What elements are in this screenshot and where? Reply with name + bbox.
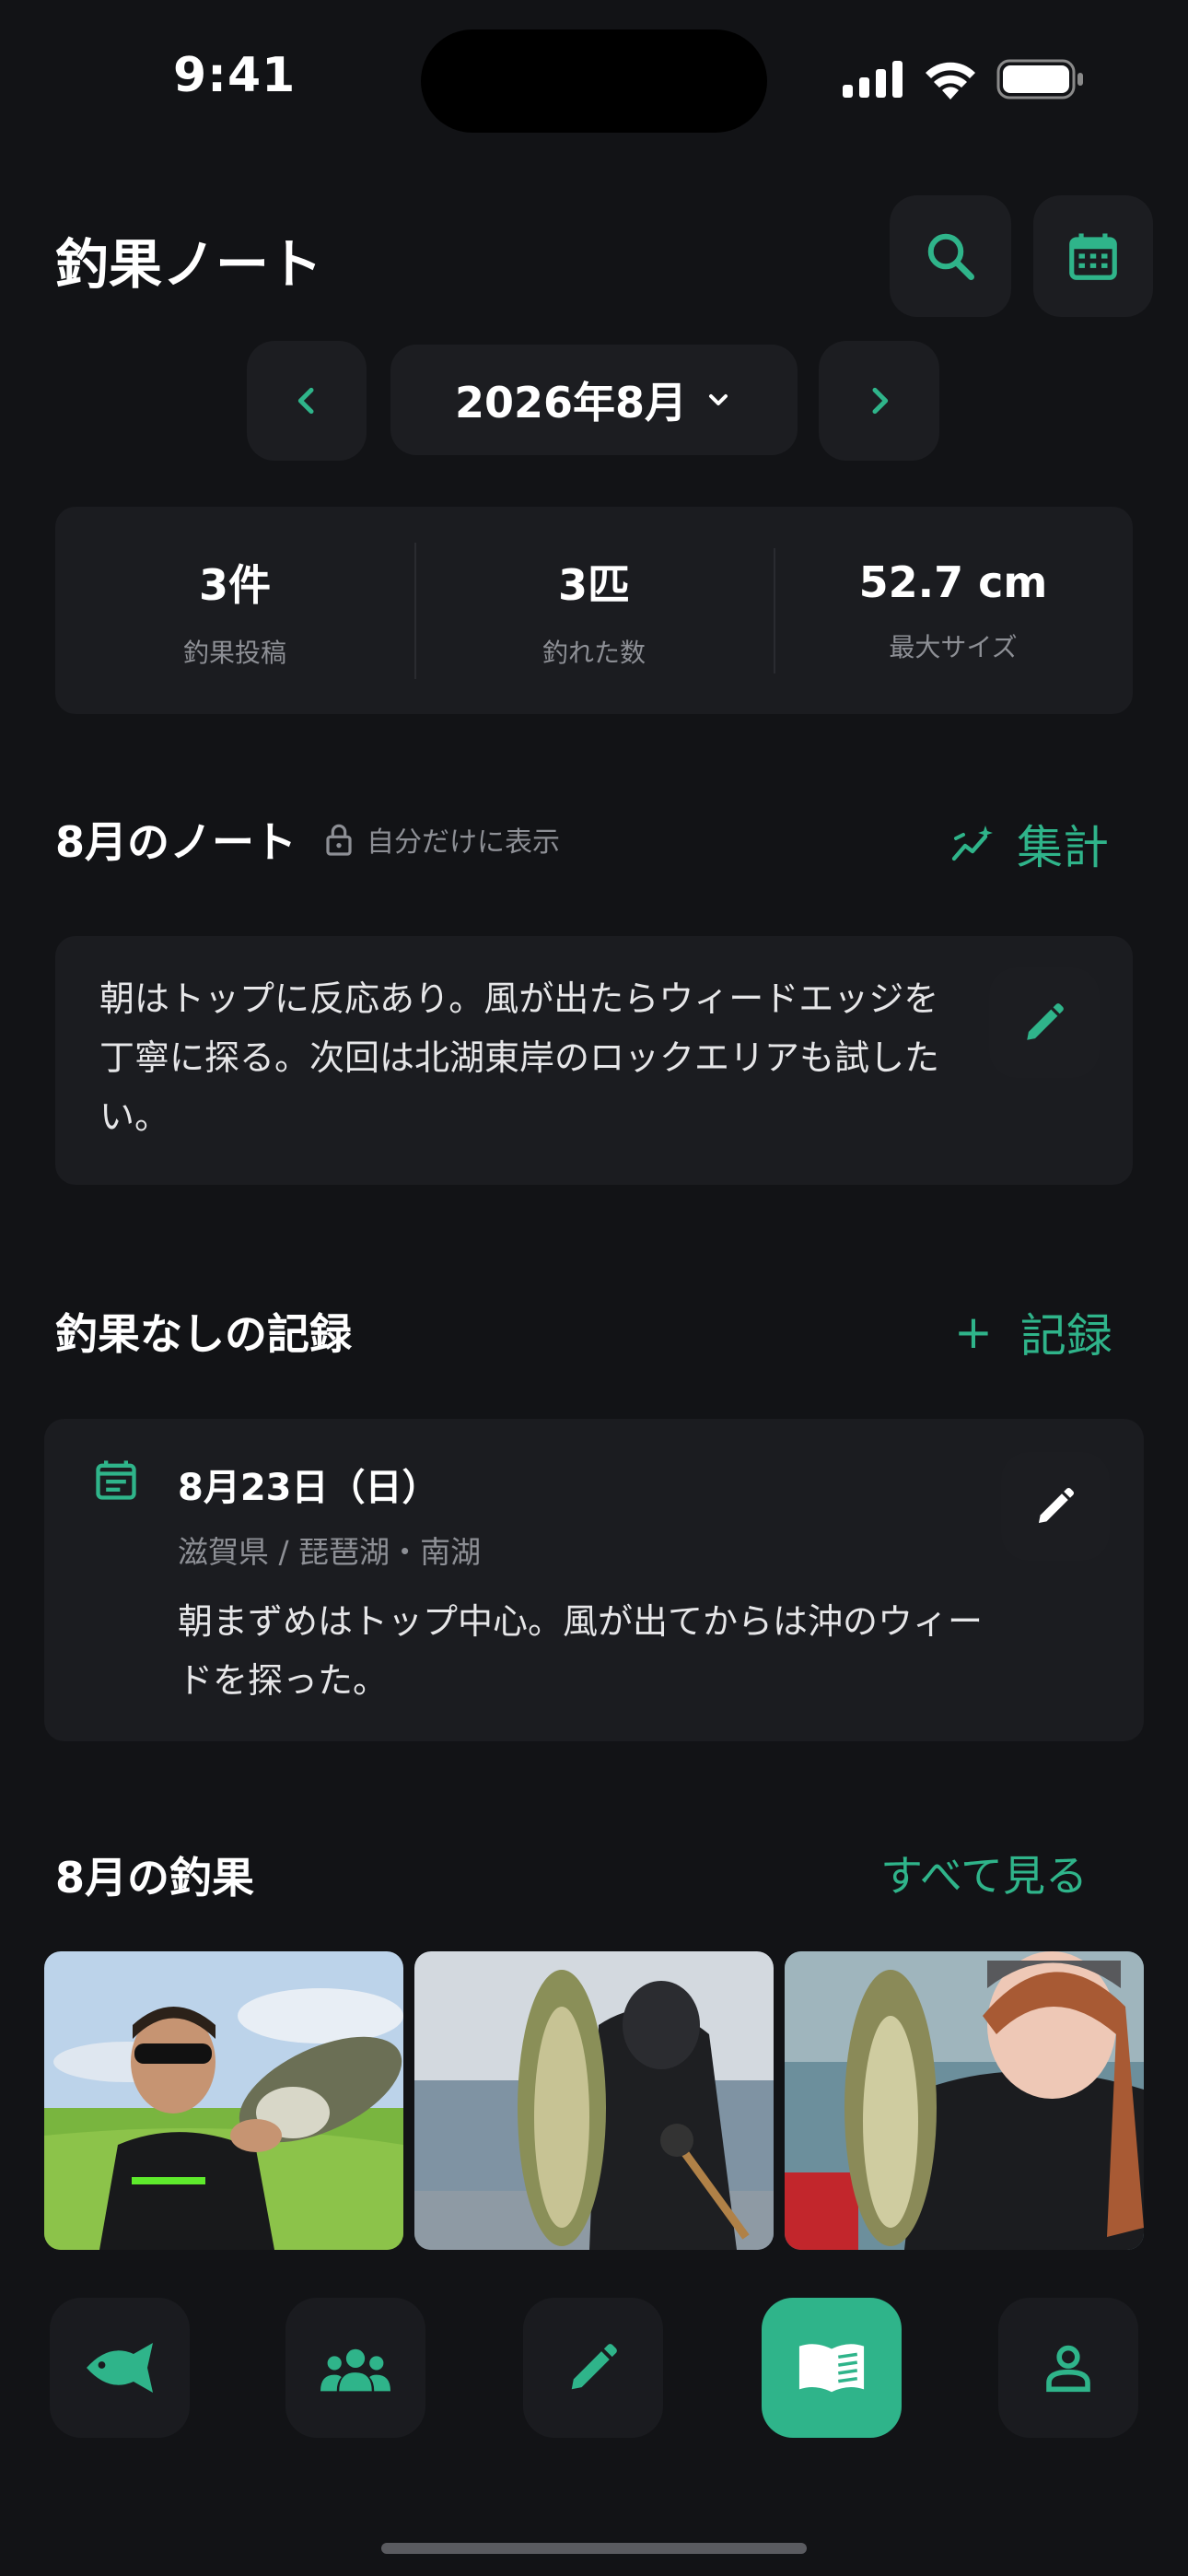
wifi-icon	[923, 59, 978, 103]
pencil-icon	[1039, 1487, 1075, 1523]
plus-icon: +	[954, 1306, 993, 1359]
status-time: 9:41	[173, 48, 297, 103]
add-record-button[interactable]: + 記録	[954, 1299, 1112, 1365]
next-month-button[interactable]	[819, 341, 939, 461]
group-icon	[320, 2348, 390, 2392]
battery-icon	[996, 59, 1085, 103]
stat-max-size: 52.7 cm 最大サイズ	[774, 547, 1133, 673]
search-button[interactable]	[890, 195, 1011, 317]
fish-icon	[87, 2343, 153, 2393]
no-catch-date: 8月23日（日）	[178, 1467, 439, 1509]
nav-post[interactable]	[523, 2298, 663, 2438]
stat-value: 52.7 cm	[858, 556, 1048, 607]
book-icon	[798, 2344, 865, 2393]
signal-icon	[843, 61, 903, 101]
calendar-button[interactable]	[1033, 195, 1153, 317]
stats-card: 3件 釣果投稿 3匹 釣れた数 52.7 cm 最大サイズ	[55, 507, 1133, 714]
no-catch-location: 滋賀県 / 琵琶湖・南湖	[178, 1534, 482, 1570]
nav-notebook[interactable]	[762, 2298, 902, 2438]
lock-icon	[326, 824, 352, 856]
prev-month-button[interactable]	[247, 341, 367, 461]
chevron-left-icon	[297, 387, 314, 415]
catches-title: 8月の釣果	[55, 1853, 255, 1903]
catch-photo-1[interactable]	[44, 1951, 403, 2250]
stat-value: 3件	[198, 559, 271, 610]
pencil-icon	[1027, 1003, 1064, 1040]
stat-label: 最大サイズ	[889, 631, 1018, 662]
home-indicator	[381, 2543, 807, 2554]
no-catch-title: 釣果なしの記録	[55, 1309, 352, 1359]
month-selector[interactable]: 2026年8月	[390, 345, 798, 455]
dynamic-island	[421, 29, 767, 133]
edit-entry-button[interactable]	[1001, 1452, 1110, 1561]
edit-note-button[interactable]	[989, 967, 1100, 1078]
note-header: 8月のノート 自分だけに表示	[55, 809, 560, 870]
see-all-link[interactable]: すべて見る	[880, 1843, 1088, 1903]
nav-profile[interactable]	[998, 2298, 1138, 2438]
stat-count: 3匹 釣れた数	[414, 542, 774, 679]
aggregate-button[interactable]: 集計	[950, 811, 1109, 877]
note-text: 朝はトップに反応あり。風が出たらウィードエッジを丁寧に探る。次回は北湖東岸のロッ…	[99, 978, 940, 1137]
aggregate-label: 集計	[1017, 821, 1109, 874]
stat-label: 釣果投稿	[182, 637, 286, 668]
search-icon	[927, 233, 974, 280]
note-title: 8月のノート	[55, 817, 297, 867]
catch-photo-2[interactable]	[414, 1951, 774, 2250]
pencil-icon	[571, 2344, 617, 2390]
privacy-indicator: 自分だけに表示	[324, 819, 560, 860]
calendar-icon	[1069, 233, 1117, 280]
catch-photo-3[interactable]	[785, 1951, 1144, 2250]
add-record-label: 記録	[1019, 1309, 1112, 1363]
no-catch-text: 朝まずめはトップ中心。風が出てからは沖のウィードを探った。	[178, 1601, 984, 1701]
privacy-label: 自分だけに表示	[367, 826, 561, 859]
month-label: 2026年8月	[454, 378, 688, 427]
calendar-small-icon	[92, 1456, 140, 1507]
stat-value: 3匹	[557, 559, 630, 610]
chevron-right-icon	[872, 387, 888, 415]
nav-catch-feed[interactable]	[50, 2298, 190, 2438]
sparkle-chart-icon	[951, 825, 993, 861]
stat-posts: 3件 釣果投稿	[55, 552, 414, 670]
page-title: 釣果ノート	[55, 233, 323, 296]
person-icon	[1046, 2345, 1090, 2393]
nav-community[interactable]	[285, 2298, 425, 2438]
chevron-down-icon	[709, 394, 728, 405]
stat-label: 釣れた数	[542, 637, 646, 668]
